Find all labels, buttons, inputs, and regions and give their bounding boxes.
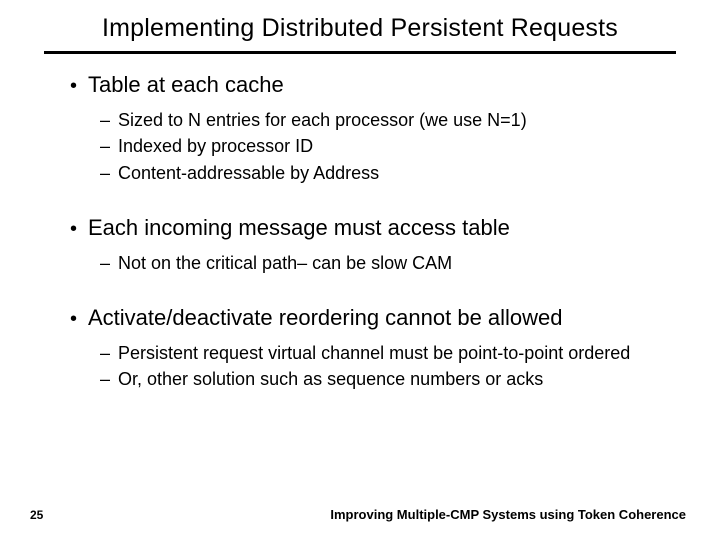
sub-bullet-text: Sized to N entries for each processor (w… [118,108,670,132]
sub-bullet-text: Persistent request virtual channel must … [118,341,670,365]
sub-bullet-text: Or, other solution such as sequence numb… [118,367,670,391]
bullet-dot-icon [70,72,88,98]
dash-icon [100,161,118,185]
sub-bullet: Persistent request virtual channel must … [100,341,670,365]
sub-bullet: Sized to N entries for each processor (w… [100,108,670,132]
bullet-2: Each incoming message must access table [70,215,670,241]
sub-bullet: Or, other solution such as sequence numb… [100,367,670,391]
dash-icon [100,108,118,132]
sub-bullet-text: Content-addressable by Address [118,161,670,185]
bullet-dot-icon [70,305,88,331]
footer-title: Improving Multiple-CMP Systems using Tok… [330,507,686,522]
dash-icon [100,367,118,391]
sub-bullet-text: Not on the critical path– can be slow CA… [118,251,670,275]
sub-bullet-text: Indexed by processor ID [118,134,670,158]
bullet-1: Table at each cache [70,72,670,98]
bullet-dot-icon [70,215,88,241]
dash-icon [100,251,118,275]
bullet-2-text: Each incoming message must access table [88,215,510,241]
slide-footer: 25 Improving Multiple-CMP Systems using … [0,507,720,522]
dash-icon [100,341,118,365]
sub-bullet: Indexed by processor ID [100,134,670,158]
slide-title: Implementing Distributed Persistent Requ… [0,0,720,51]
sub-bullet: Not on the critical path– can be slow CA… [100,251,670,275]
dash-icon [100,134,118,158]
bullet-3-text: Activate/deactivate reordering cannot be… [88,305,563,331]
title-rule [44,51,676,54]
page-number: 25 [30,508,43,522]
bullet-1-text: Table at each cache [88,72,284,98]
sub-bullet: Content-addressable by Address [100,161,670,185]
slide-body: Table at each cache Sized to N entries f… [0,72,720,392]
bullet-3: Activate/deactivate reordering cannot be… [70,305,670,331]
